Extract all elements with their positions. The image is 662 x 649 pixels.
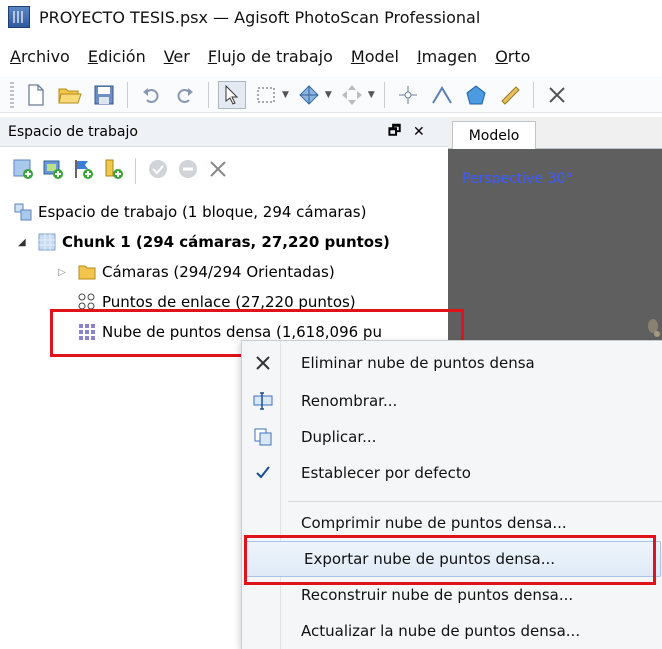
delete-icon[interactable] — [543, 81, 571, 109]
workspace-title: Espacio de trabajo — [8, 123, 138, 140]
workspace-pane-header: Espacio de trabajo 🗗 ✕ — [0, 117, 448, 147]
toolbar-separator — [127, 81, 128, 108]
toolbar-separator — [383, 81, 385, 108]
expanded-arrow-icon[interactable]: ◢ — [18, 237, 28, 248]
open-icon[interactable] — [56, 81, 84, 109]
tree-item-label: Espacio de trabajo (1 bloque, 294 cámara… — [38, 203, 367, 221]
menu-item-renombrar[interactable]: Renombrar... — [242, 383, 662, 419]
menu-model[interactable]: Model — [342, 47, 408, 66]
resize-region-icon[interactable] — [295, 81, 323, 109]
undo-icon[interactable] — [137, 81, 165, 109]
ruler-point-icon[interactable] — [394, 81, 422, 109]
disable-icon[interactable] — [177, 158, 199, 184]
menu-flujo-de-trabajo[interactable]: Flujo de trabajo — [199, 47, 342, 66]
title-bar: PROYECTO TESIS.psx — Agisoft PhotoScan P… — [0, 0, 662, 34]
menu-bar: Archivo Edición Ver Flujo de trabajo Mod… — [0, 42, 662, 70]
main-toolbar: ▼ ▼ ▼ — [0, 77, 662, 113]
viewport-tabbar: Modelo — [448, 117, 662, 150]
chevron-down-icon[interactable]: ▼ — [282, 90, 289, 100]
remove-items-icon[interactable] — [207, 158, 229, 184]
highlight-export-item — [244, 535, 656, 585]
folder-icon — [78, 265, 96, 280]
workspace-toolbar — [0, 150, 448, 192]
photoscan-app-icon — [8, 6, 30, 28]
ruler-line-icon[interactable] — [428, 81, 456, 109]
rename-icon — [252, 390, 274, 412]
workspace-icon — [14, 203, 32, 221]
new-icon[interactable] — [22, 81, 50, 109]
delete-icon — [252, 352, 274, 374]
tree-item-workspace[interactable]: Espacio de trabajo (1 bloque, 294 cámara… — [14, 203, 366, 221]
save-icon[interactable] — [90, 81, 118, 109]
menu-item-actualizar[interactable]: Actualizar la nube de puntos densa... — [242, 613, 662, 649]
enable-icon[interactable] — [147, 158, 169, 184]
rectangle-selection-icon[interactable] — [252, 81, 280, 109]
point-cloud-fragment — [654, 331, 660, 337]
menu-imagen[interactable]: Imagen — [408, 47, 486, 66]
menu-ver[interactable]: Ver — [155, 47, 199, 66]
toolbar-separator — [532, 81, 534, 108]
toolbar-separator — [208, 81, 209, 108]
tree-item-cameras[interactable]: ▷ Cámaras (294/294 Orientadas) — [58, 263, 335, 281]
window-title: PROYECTO TESIS.psx — Agisoft PhotoScan P… — [39, 7, 481, 27]
tree-item-label: Chunk 1 (294 cámaras, 27,220 puntos) — [62, 233, 390, 251]
checkmark-icon — [252, 462, 274, 484]
tree-item-label: Cámaras (294/294 Orientadas) — [102, 263, 335, 281]
perspective-label: Perspective 30° — [462, 171, 573, 187]
tab-modelo[interactable]: Modelo — [452, 121, 536, 150]
add-photos-icon[interactable] — [42, 158, 64, 184]
rotate-object-icon[interactable] — [338, 81, 366, 109]
menu-separator — [288, 501, 662, 502]
menu-item-eliminar[interactable]: Eliminar nube de puntos densa — [242, 345, 662, 381]
add-markers-icon[interactable] — [72, 158, 94, 184]
menu-archivo[interactable]: Archivo — [0, 47, 79, 66]
duplicate-icon — [252, 426, 274, 448]
menu-orto[interactable]: Orto — [486, 47, 539, 66]
tree-item-chunk[interactable]: ◢ Chunk 1 (294 cámaras, 27,220 puntos) — [18, 233, 390, 251]
shape-polygon-icon[interactable] — [462, 81, 490, 109]
collapsed-arrow-icon[interactable]: ▷ — [58, 267, 68, 278]
menu-item-duplicar[interactable]: Duplicar... — [242, 419, 662, 455]
ruler-icon[interactable] — [496, 81, 524, 109]
context-menu: Eliminar nube de puntos densa Renombrar.… — [241, 340, 662, 649]
add-scalebar-icon[interactable] — [102, 158, 124, 184]
navigation-icon[interactable] — [218, 80, 246, 109]
close-icon[interactable]: ✕ — [413, 124, 425, 140]
chevron-down-icon[interactable]: ▼ — [325, 90, 332, 100]
toolbar-separator — [135, 158, 136, 184]
float-icon[interactable]: 🗗 — [388, 120, 401, 144]
toolbar-grip[interactable] — [10, 81, 14, 108]
chevron-down-icon[interactable]: ▼ — [368, 90, 375, 100]
chunk-icon — [38, 233, 56, 251]
menu-item-establecer-por-defecto[interactable]: Establecer por defecto — [242, 455, 662, 491]
add-chunk-icon[interactable] — [12, 158, 34, 184]
redo-icon[interactable] — [171, 81, 199, 109]
menu-edicion[interactable]: Edición — [79, 47, 155, 66]
